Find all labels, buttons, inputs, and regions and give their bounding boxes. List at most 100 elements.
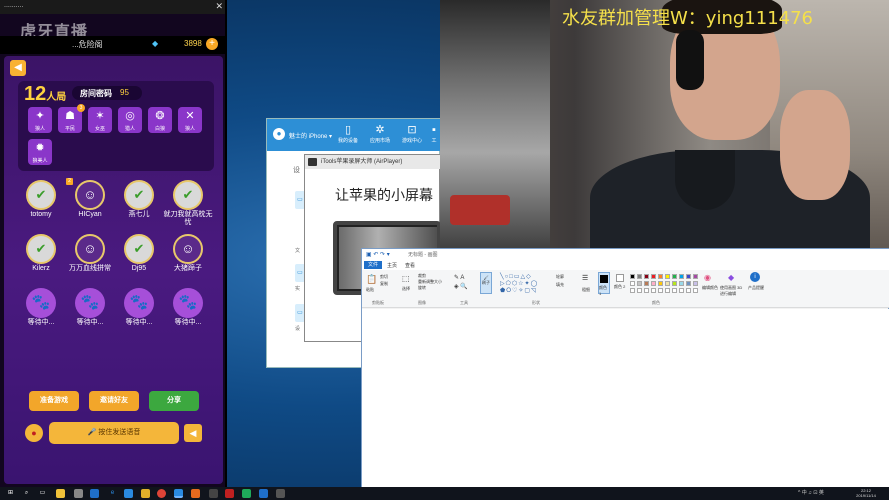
player-seat[interactable]: ✔ Kilerz (17, 234, 65, 284)
custom-color-swatch[interactable] (637, 288, 642, 293)
tab-file[interactable]: 文件 (364, 261, 382, 269)
tab-game-center[interactable]: ⊡ 游戏中心 (397, 123, 427, 149)
task-view-icon[interactable]: ▭ (38, 489, 47, 498)
tab-tools[interactable]: ▪ 工 (427, 123, 441, 149)
color-swatch[interactable] (637, 281, 642, 286)
color-swatch[interactable] (630, 281, 635, 286)
copy-button[interactable]: 复制 (380, 281, 388, 287)
invite-friends-button[interactable]: 邀请好友 (89, 391, 139, 411)
custom-color-swatch[interactable] (630, 288, 635, 293)
select-icon[interactable]: ⬚ (402, 274, 410, 283)
color-swatch[interactable] (651, 274, 656, 279)
color-swatch[interactable] (672, 274, 677, 279)
pencil-icon[interactable]: ✎ A (454, 274, 464, 281)
edit-colors-icon[interactable]: ◉ (704, 273, 711, 282)
custom-color-swatch[interactable] (672, 288, 677, 293)
player-seat[interactable]: ✔ totomy (17, 180, 65, 230)
itools-taskbar-icon[interactable] (174, 489, 183, 498)
app-icon-7[interactable] (259, 489, 268, 498)
brush-button[interactable]: 🖌 刷子 (480, 272, 492, 294)
shapes-gallery[interactable]: ╲○□▭△◇ ▷⬠⬡☆✦◯ ⬟⭘♡✧▢◹ (500, 273, 538, 295)
color-swatch[interactable] (693, 274, 698, 279)
empty-seat[interactable]: 🐾 等待中... (115, 288, 163, 338)
role-card[interactable]: ✶ 女巫 (88, 107, 112, 133)
custom-color-swatch[interactable] (651, 288, 656, 293)
tab-home[interactable]: 主页 (387, 262, 397, 269)
color-swatch[interactable] (630, 274, 635, 279)
system-tray[interactable]: ^ 中 ♫ ⊡ 英 (798, 489, 824, 496)
role-card[interactable]: ☗ 平民 3 (58, 104, 85, 133)
back-button[interactable]: ◀ (10, 60, 26, 76)
ready-button[interactable]: 准备游戏 (29, 391, 79, 411)
hold-to-talk-button[interactable]: 🎤 按住发送语音 (49, 422, 179, 444)
size-icon[interactable]: ☰ (582, 274, 588, 282)
color-swatch[interactable] (658, 274, 663, 279)
color-swatch[interactable] (679, 274, 684, 279)
device-name[interactable]: 魅士的 iPhone ▾ (289, 131, 332, 140)
role-card[interactable]: ✕ 狼人 (178, 107, 202, 133)
store-icon[interactable] (74, 489, 83, 498)
chrome-icon[interactable] (157, 489, 166, 498)
paint3d-icon[interactable]: ◆ (728, 273, 734, 282)
color-swatch[interactable] (672, 281, 677, 286)
tab-my-device[interactable]: ▯ 我的设备 (333, 123, 363, 149)
size-button[interactable]: 粗细 (582, 287, 590, 293)
app-icon-6[interactable] (242, 489, 251, 498)
color2-button[interactable]: 颜色 2 (614, 272, 626, 294)
app-icon-2[interactable] (141, 489, 150, 498)
mail-icon[interactable] (90, 489, 99, 498)
file-explorer-icon[interactable] (56, 489, 65, 498)
player-seat[interactable]: ✔ Dj95 (115, 234, 163, 284)
eraser-icon[interactable]: ◈ 🔍 (454, 283, 468, 290)
paint-canvas[interactable] (362, 309, 889, 488)
tab-view[interactable]: 查看 (405, 262, 415, 269)
outline-button[interactable]: 轮廓 (556, 274, 564, 280)
close-icon[interactable]: ✕ (215, 1, 223, 12)
paste-button[interactable]: 粘贴 (366, 287, 374, 293)
custom-color-swatch[interactable] (693, 288, 698, 293)
custom-color-swatch[interactable] (658, 288, 663, 293)
role-card[interactable]: ❂ 白狼 (148, 107, 172, 133)
search-icon[interactable]: ⌕ (22, 489, 31, 498)
player-seat[interactable]: ☺ 大猪蹄子 (164, 234, 212, 284)
color-swatch[interactable] (665, 274, 670, 279)
clock[interactable]: 22:12 2019/11/14 (848, 488, 884, 498)
color-swatch[interactable] (644, 274, 649, 279)
app-icon[interactable] (124, 489, 133, 498)
empty-seat[interactable]: 🐾 等待中... (17, 288, 65, 338)
player-seat[interactable]: ✔ 燕七儿 (115, 180, 163, 230)
color-swatch[interactable] (686, 281, 691, 286)
paste-icon[interactable]: 📋 (366, 274, 377, 285)
color-swatch[interactable] (658, 281, 663, 286)
collapse-icon[interactable]: ◀ (184, 424, 202, 442)
role-card[interactable]: ✹ 狼美人 (28, 139, 52, 165)
color-swatch[interactable] (644, 281, 649, 286)
product-alert-button[interactable]: 产品提醒 (748, 285, 764, 291)
tab-app-market[interactable]: ✲ 应用市场 (365, 123, 395, 149)
app-icon-8[interactable] (276, 489, 285, 498)
quick-access-icons[interactable]: ▣ ↶ ↷ ▾ (366, 251, 390, 258)
player-seat[interactable]: ☺ HICyan 2 (66, 178, 114, 230)
color-swatch[interactable] (651, 281, 656, 286)
empty-seat[interactable]: 🐾 等待中... (164, 288, 212, 338)
share-button[interactable]: 分享 (149, 391, 199, 411)
cut-button[interactable]: 剪切 (380, 274, 388, 280)
app-icon-4[interactable] (209, 489, 218, 498)
rotate-button[interactable]: 旋转 (418, 285, 426, 291)
color-swatch[interactable] (665, 281, 670, 286)
color-swatch[interactable] (693, 281, 698, 286)
edit-colors-button[interactable]: 编辑颜色 (702, 285, 718, 291)
custom-color-swatch[interactable] (686, 288, 691, 293)
select-button[interactable]: 选择 (402, 286, 410, 292)
custom-color-swatch[interactable] (644, 288, 649, 293)
role-card[interactable]: ◎ 猎人 (118, 107, 142, 133)
add-coins-button[interactable]: + (206, 38, 218, 50)
player-seat[interactable]: ☺ 万万血线拼常 (66, 234, 114, 284)
app-icon-3[interactable] (191, 489, 200, 498)
custom-color-swatch[interactable] (679, 288, 684, 293)
color-swatch[interactable] (679, 281, 684, 286)
color1-button[interactable]: 颜色 1 (598, 272, 610, 296)
role-card[interactable]: ✦ 狼人 (28, 107, 52, 133)
empty-seat[interactable]: 🐾 等待中... (66, 288, 114, 338)
paint3d-button[interactable]: 使用画图 3D 进行编辑 (720, 285, 744, 297)
